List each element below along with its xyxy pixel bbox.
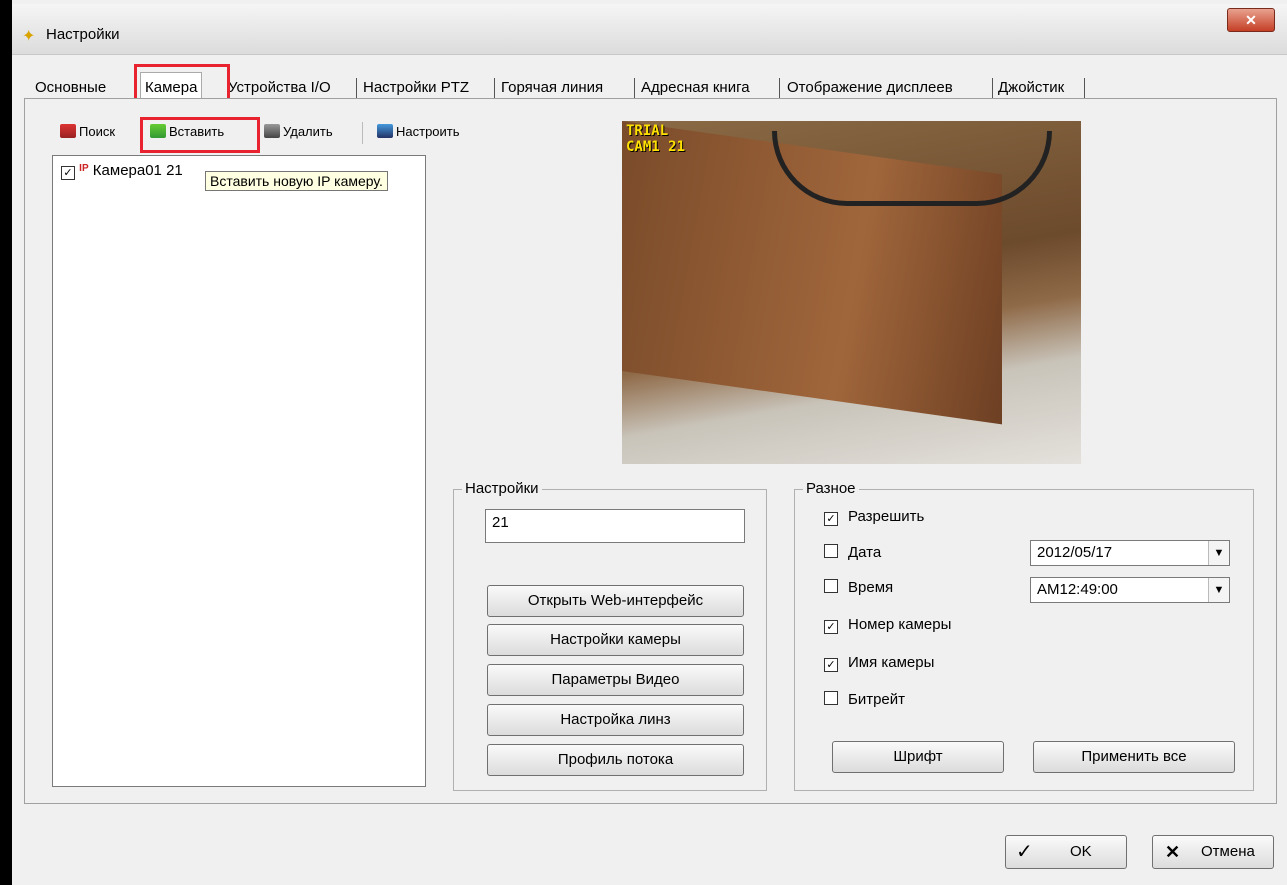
enable-option[interactable]: ✓ Разрешить (824, 508, 924, 526)
video-parameters-button[interactable]: Параметры Видео (487, 664, 744, 696)
date-select[interactable]: 2012/05/17 ▼ (1030, 540, 1230, 566)
ip-camera-icon: IP (79, 163, 89, 174)
preview-overlay-text: TRIAL CAM1 21 (626, 123, 686, 155)
chevron-down-icon[interactable]: ▼ (1208, 578, 1229, 602)
tree-item-camera[interactable]: ✓ IP Камера01 21 (61, 162, 183, 180)
date-label: Дата (848, 544, 882, 561)
delete-label: Удалить (283, 124, 333, 139)
cross-icon: ✕ (1165, 842, 1181, 862)
enable-checkbox[interactable]: ✓ (824, 512, 838, 526)
cancel-label: Отмена (1201, 843, 1255, 860)
highlight-insert-button (140, 117, 260, 153)
bitrate-label: Битрейт (848, 691, 906, 708)
delete-icon (264, 124, 280, 138)
cancel-button[interactable]: ✕ Отмена (1152, 835, 1274, 869)
camera-number-option[interactable]: ✓ Номер камеры (824, 616, 951, 634)
title-bar: ✦ Настройки ✕ (12, 4, 1287, 55)
date-checkbox[interactable] (824, 544, 838, 558)
time-value: AM12:49:00 (1037, 581, 1118, 598)
camera-tree: ✓ IP Камера01 21 (52, 155, 426, 787)
date-value: 2012/05/17 (1037, 544, 1113, 561)
misc-group-title: Разное (803, 480, 859, 497)
camera-name-checkbox[interactable]: ✓ (824, 658, 838, 672)
time-select[interactable]: AM12:49:00 ▼ (1030, 577, 1230, 603)
ok-button[interactable]: ✓ OK (1005, 835, 1127, 869)
font-button[interactable]: Шрифт (832, 741, 1004, 773)
camera-number-label: Номер камеры (848, 616, 952, 633)
camera-name-label: Имя камеры (848, 654, 935, 671)
window-title: Настройки (46, 26, 120, 43)
settings-group-title: Настройки (462, 480, 542, 497)
lens-settings-button[interactable]: Настройка линз (487, 704, 744, 736)
camera-settings-button[interactable]: Настройки камеры (487, 624, 744, 656)
close-icon: ✕ (1245, 12, 1257, 28)
close-button[interactable]: ✕ (1227, 8, 1275, 32)
configure-icon (377, 124, 393, 138)
camera-name-option[interactable]: ✓ Имя камеры (824, 654, 934, 672)
search-button[interactable]: Поиск (60, 121, 115, 143)
tree-item-label: Камера01 21 (92, 162, 183, 179)
camera-preview: TRIAL CAM1 21 (622, 121, 1081, 464)
chevron-down-icon[interactable]: ▼ (1208, 541, 1229, 565)
camera-name-input[interactable]: 21 (485, 509, 745, 543)
search-label: Поиск (79, 124, 116, 139)
time-option[interactable]: Время (824, 579, 893, 596)
stream-profile-button[interactable]: Профиль потока (487, 744, 744, 776)
open-web-interface-button[interactable]: Открыть Web-интерфейс (487, 585, 744, 617)
date-option[interactable]: Дата (824, 544, 881, 561)
bitrate-checkbox[interactable] (824, 691, 838, 705)
configure-label: Настроить (396, 124, 460, 139)
time-label: Время (848, 579, 894, 596)
delete-button[interactable]: Удалить (264, 121, 333, 143)
time-checkbox[interactable] (824, 579, 838, 593)
camera-enabled-checkbox[interactable]: ✓ (61, 166, 75, 180)
insert-tooltip: Вставить новую IP камеру. (205, 171, 388, 191)
background-strip (0, 0, 12, 885)
app-icon: ✦ (22, 28, 36, 45)
apply-all-button[interactable]: Применить все (1033, 741, 1235, 773)
enable-label: Разрешить (848, 508, 925, 525)
ok-label: OK (1070, 843, 1092, 860)
search-icon (60, 124, 76, 138)
configure-button[interactable]: Настроить (377, 121, 460, 143)
bitrate-option[interactable]: Битрейт (824, 691, 905, 708)
checkmark-icon: ✓ (1016, 841, 1033, 863)
camera-number-checkbox[interactable]: ✓ (824, 620, 838, 634)
